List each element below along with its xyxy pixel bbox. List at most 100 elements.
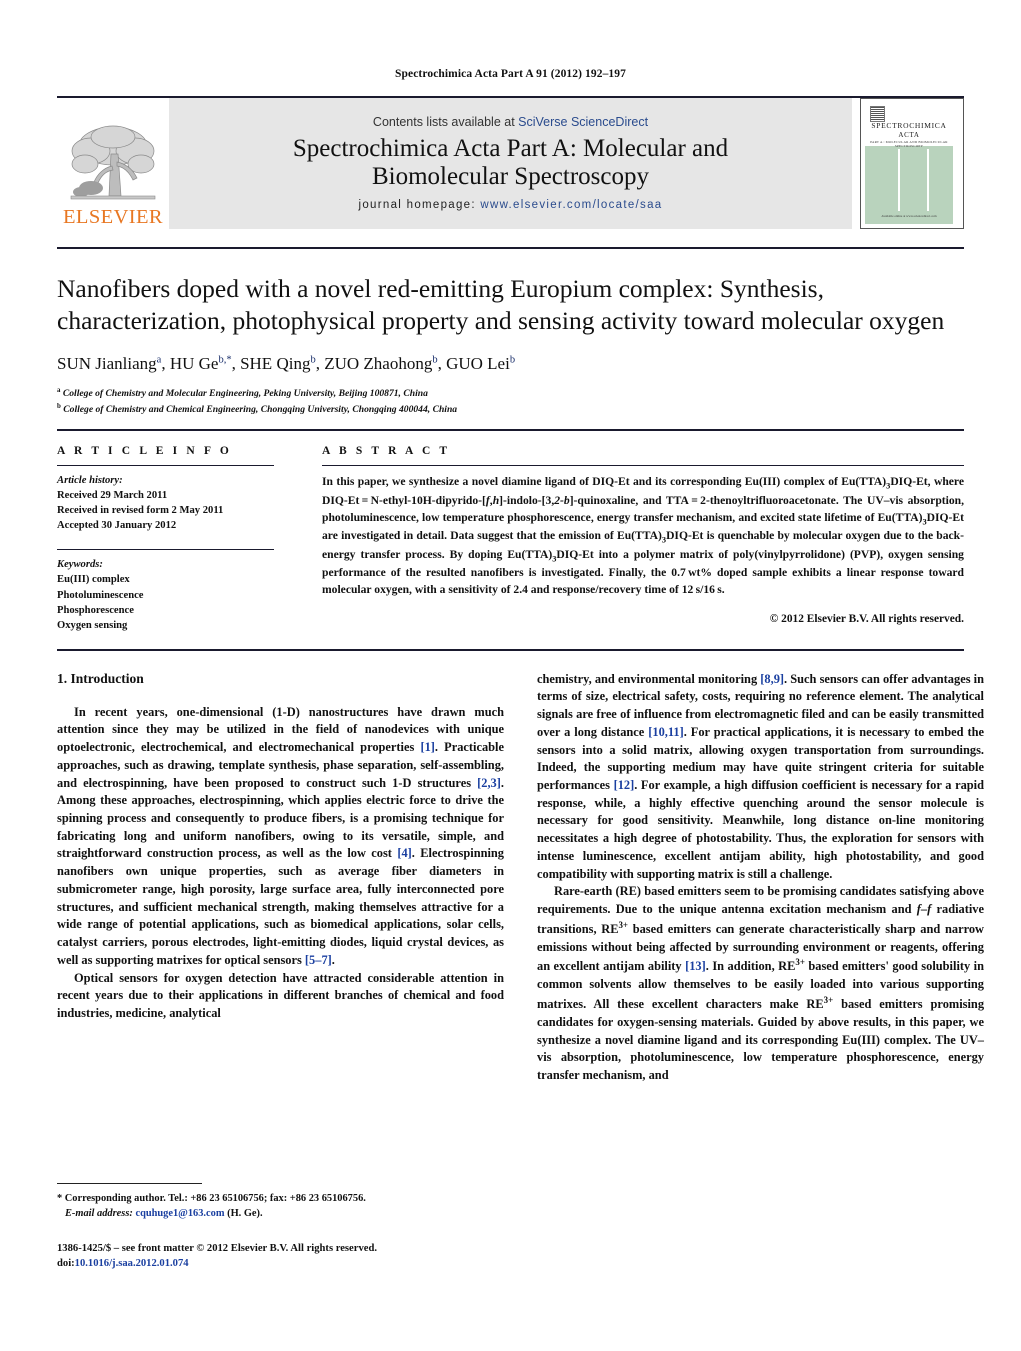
citation-link[interactable]: [12]: [614, 778, 635, 792]
abstract-divider-bottom: [57, 648, 964, 651]
author-entry: SHE Qingb: [240, 354, 316, 373]
body-column-left: 1. Introduction In recent years, one-dim…: [57, 671, 504, 1085]
author-affil-mark: b: [310, 354, 316, 366]
issn-copyright-line: 1386-1425/$ – see front matter © 2012 El…: [57, 1243, 377, 1255]
author-entry: HU Geb,*: [170, 354, 232, 373]
keyword-item: Phosphorescence: [57, 604, 134, 616]
abstract-rule: [322, 465, 964, 467]
elsevier-logo: ELSEVIER: [57, 98, 169, 229]
running-head: Spectrochimica Acta Part A 91 (2012) 192…: [395, 68, 626, 80]
cover-stripe-2: [927, 149, 929, 211]
journal-homepage-url[interactable]: www.elsevier.com/locate/saa: [480, 199, 662, 211]
abstract-text: In this paper, we synthesize a novel dia…: [322, 475, 965, 597]
article-info-column: A R T I C L E I N F O Article history: R…: [57, 445, 300, 632]
abstract-copyright: © 2012 Elsevier B.V. All rights reserved…: [769, 613, 964, 626]
affiliation-mark: a: [57, 387, 61, 395]
keyword-item: Oxygen sensing: [57, 619, 128, 631]
paragraph: In recent years, one-dimensional (1-D) n…: [57, 704, 505, 967]
author-affil-mark: b,*: [218, 354, 232, 366]
email-link[interactable]: cquhuge1@163.com: [135, 1208, 224, 1219]
author-name: ZUO Zhaohong: [324, 354, 433, 374]
author-name: SHE Qing: [240, 354, 311, 374]
cover-title-line-2: ACTA: [898, 131, 920, 139]
article-history-label: Article history:: [57, 475, 123, 487]
citation-link[interactable]: [5–7]: [305, 953, 332, 967]
affiliation-item: b College of Chemistry and Chemical Engi…: [57, 402, 964, 418]
email-label: E-mail address:: [65, 1208, 133, 1220]
body-column-right: chemistry, and environmental monitoring …: [537, 671, 984, 1085]
paragraph: chemistry, and environmental monitoring …: [537, 671, 984, 881]
contents-prefix: Contents lists available at: [372, 114, 519, 129]
author-name: SUN Jianliang: [57, 354, 157, 374]
keywords-block: Keywords: Eu(III) complex Photoluminesce…: [57, 557, 274, 632]
citation-link[interactable]: [13]: [685, 960, 706, 974]
cover-subtitle: PART A : MOLECULAR AND BIOMOLECULAR SPEC…: [870, 140, 948, 148]
history-item: Received in revised form 2 May 2011: [57, 505, 224, 517]
article-history-block: Article history: Received 29 March 2011 …: [57, 473, 274, 533]
info-abstract-row: A R T I C L E I N F O Article history: R…: [57, 445, 964, 632]
keywords-rule: [57, 549, 274, 551]
citation-link[interactable]: [2,3]: [477, 776, 501, 790]
abstract-divider-top: [57, 429, 964, 432]
affiliation-text: College of Chemistry and Molecular Engin…: [62, 388, 428, 400]
doi-line: doi:10.1016/j.saa.2012.01.074: [57, 1256, 504, 1271]
section-heading-introduction: 1. Introduction: [57, 670, 144, 686]
doi-label: doi:: [57, 1258, 75, 1270]
footnote-divider: [57, 1183, 202, 1184]
affiliation-item: a College of Chemistry and Molecular Eng…: [57, 386, 964, 402]
affiliation-mark: b: [57, 403, 61, 411]
abstract-heading: A B S T R A C T: [322, 445, 451, 458]
journal-masthead: ELSEVIER Contents lists available at Sci…: [57, 96, 964, 229]
author-affil-mark: b: [509, 354, 516, 366]
cover-footer-text: Available online at www.sciencedirect.co…: [881, 214, 937, 218]
author-name: GUO Lei: [446, 354, 510, 374]
abstract-column: A B S T R A C T In this paper, we synthe…: [300, 445, 964, 625]
citation-link[interactable]: [8,9]: [760, 672, 784, 686]
author-affil-mark: a: [156, 354, 162, 366]
email-note: E-mail address: cquhuge1@163.com (H. Ge)…: [57, 1206, 504, 1221]
doi-link[interactable]: 10.1016/j.saa.2012.01.074: [75, 1258, 189, 1269]
elsevier-wordmark: ELSEVIER: [63, 205, 163, 228]
article-title: Nanofibers doped with a novel red-emitti…: [57, 274, 945, 335]
history-item: Received 29 March 2011: [57, 490, 168, 502]
corresponding-author-note: * Corresponding author. Tel.: +86 23 651…: [57, 1193, 366, 1204]
elsevier-tree-icon: [70, 125, 156, 199]
author-list: SUN Jianlianga, HU Geb,*, SHE Qingb, ZUO…: [57, 354, 516, 374]
paragraph: Rare-earth (RE) based emitters seem to b…: [537, 884, 985, 1083]
citation-link[interactable]: [10,11]: [648, 725, 683, 739]
author-entry: GUO Leib: [446, 354, 515, 373]
journal-cover-thumbnail: SPECTROCHIMICA ACTA PART A : MOLECULAR A…: [860, 98, 964, 229]
citation-link[interactable]: [4]: [397, 846, 411, 860]
journal-homepage-label: journal homepage:: [358, 198, 476, 211]
keyword-item: Photoluminescence: [57, 589, 144, 601]
cover-art: SPECTROCHIMICA ACTA PART A : MOLECULAR A…: [865, 102, 953, 224]
affiliation-text: College of Chemistry and Chemical Engine…: [63, 404, 458, 416]
journal-title: Spectrochimica Acta Part A: Molecular an…: [293, 135, 728, 191]
cover-stripe-1: [898, 149, 900, 211]
footnote-area: * Corresponding author. Tel.: +86 23 651…: [57, 1183, 504, 1271]
journal-title-line-2: Biomolecular Spectroscopy: [371, 162, 649, 190]
author-entry: ZUO Zhaohongb: [324, 354, 437, 373]
history-item: Accepted 30 January 2012: [57, 520, 177, 532]
journal-article-page: Spectrochimica Acta Part A 91 (2012) 192…: [0, 0, 1021, 1351]
author-entry: SUN Jianlianga: [57, 354, 161, 373]
paragraph: Optical sensors for oxygen detection hav…: [57, 970, 504, 1021]
journal-title-line-1: Spectrochimica Acta Part A: Molecular an…: [292, 134, 729, 162]
article-info-heading: A R T I C L E I N F O: [57, 445, 232, 458]
journal-title-band: Contents lists available at SciVerse Sci…: [169, 98, 852, 229]
contents-available-line: Contents lists available at SciVerse Sci…: [373, 115, 648, 129]
title-divider-top: [57, 247, 964, 249]
cover-publisher-mark-icon: [870, 106, 885, 122]
affiliation-list: a College of Chemistry and Molecular Eng…: [57, 386, 964, 418]
email-owner: (H. Ge).: [227, 1208, 263, 1220]
keyword-item: Eu(III) complex: [57, 574, 130, 586]
imprint-block: 1386-1425/$ – see front matter © 2012 El…: [57, 1241, 504, 1271]
journal-homepage-line: journal homepage: www.elsevier.com/locat…: [359, 199, 663, 211]
keywords-label: Keywords:: [57, 559, 103, 571]
article-body: 1. Introduction In recent years, one-dim…: [57, 671, 984, 1085]
citation-link[interactable]: [1]: [420, 740, 434, 754]
sciencedirect-link[interactable]: SciVerse ScienceDirect: [518, 115, 648, 129]
author-name: HU Ge: [169, 354, 219, 374]
cover-title-line-1: SPECTROCHIMICA: [871, 121, 947, 130]
author-affil-mark: b: [432, 354, 438, 366]
